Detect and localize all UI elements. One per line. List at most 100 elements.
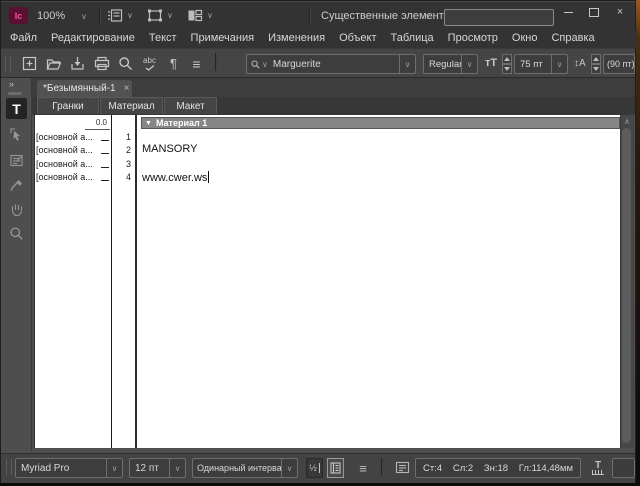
- row-style-label[interactable]: [основной а...: [36, 132, 100, 142]
- hand-tool-button[interactable]: [7, 200, 25, 218]
- story-text-line[interactable]: MANSORY: [142, 143, 197, 155]
- scroll-up-icon[interactable]: ∧: [620, 115, 634, 127]
- line-spacing-combo[interactable]: Одинарный интервал ∨: [192, 458, 298, 478]
- accurate-line-endings-toggle[interactable]: [327, 458, 344, 478]
- save-content-button[interactable]: [69, 55, 86, 72]
- font-style-combo[interactable]: Regular ∨: [423, 54, 478, 74]
- statusbar-menu-button[interactable]: ≡: [353, 458, 373, 478]
- window-close-button[interactable]: ×: [609, 4, 631, 20]
- menu-changes[interactable]: Изменения: [261, 29, 332, 48]
- status-font-size-dropdown[interactable]: ∨: [169, 459, 185, 477]
- tab-close-icon[interactable]: ×: [124, 83, 130, 94]
- save-icon: [71, 57, 84, 70]
- depth-value-field[interactable]: [612, 458, 635, 478]
- line-numbers-toggle[interactable]: ½: [306, 458, 323, 478]
- line-number: 3: [125, 159, 131, 169]
- row-style-label[interactable]: [основной а...: [36, 145, 100, 155]
- chevron-down-icon: ∨: [127, 11, 133, 20]
- spellcheck-button[interactable]: abc: [141, 55, 158, 72]
- story-editor-area[interactable]: [137, 115, 620, 448]
- scrollbar-thumb[interactable]: [622, 128, 631, 443]
- hand-tool-icon: [11, 204, 22, 216]
- window-maximize-button[interactable]: [583, 4, 605, 20]
- stepper-up-button[interactable]: [502, 54, 512, 64]
- line-number: 2: [125, 145, 131, 155]
- note-tool-button[interactable]: [7, 151, 25, 169]
- ruler-tick: [101, 153, 109, 154]
- status-font-size-combo[interactable]: 12 пт ∨: [129, 458, 186, 478]
- find-button[interactable]: [117, 55, 134, 72]
- story-text-line[interactable]: www.cwer.ws: [142, 171, 210, 184]
- leading-icon: ↕A: [574, 57, 586, 69]
- menu-type[interactable]: Текст: [142, 29, 184, 48]
- line-spacing-value: Одинарный интервал: [197, 463, 281, 473]
- separator: [99, 7, 101, 25]
- font-style-value: Regular: [429, 58, 461, 70]
- pilcrow-icon: ¶: [170, 56, 177, 71]
- book-icon: [330, 462, 341, 474]
- zoom-tool-button[interactable]: [7, 224, 25, 242]
- new-document-button[interactable]: [21, 55, 38, 72]
- chevron-down-icon: ∨: [556, 59, 563, 69]
- type-tool-button[interactable]: T: [6, 98, 27, 119]
- tool-panel-grip[interactable]: [8, 92, 22, 95]
- statusbar-grip[interactable]: [6, 459, 12, 475]
- close-icon: ×: [616, 6, 624, 18]
- workspace-switcher-label[interactable]: Существенные элементы: [321, 2, 452, 30]
- menu-help[interactable]: Справка: [544, 29, 601, 48]
- position-tool-button[interactable]: [7, 125, 25, 143]
- eyedropper-tool-button[interactable]: [7, 176, 25, 194]
- search-box: [444, 9, 554, 28]
- status-font-family-combo[interactable]: Myriad Pro ∨: [15, 458, 123, 478]
- menu-view[interactable]: Просмотр: [441, 29, 505, 48]
- stepper-up-button[interactable]: [591, 54, 601, 64]
- font-family-dropdown-button[interactable]: ∨: [399, 55, 415, 73]
- workspace-switcher-dropdown[interactable]: ∨: [425, 2, 431, 30]
- font-size-combo[interactable]: 75 пт ∨: [514, 54, 568, 74]
- text-depth-icon: T: [589, 458, 607, 478]
- status-font-family-dropdown[interactable]: ∨: [106, 459, 122, 477]
- open-document-button[interactable]: [45, 55, 62, 72]
- tab-story[interactable]: Материал: [100, 97, 163, 114]
- collapse-triangle-icon[interactable]: ▼: [145, 120, 152, 127]
- separator: [215, 53, 217, 71]
- show-hidden-characters-button[interactable]: ¶: [165, 55, 182, 72]
- toolbar-grip[interactable]: [5, 57, 11, 71]
- tab-galley[interactable]: Гранки: [37, 97, 99, 114]
- row-style-label[interactable]: [основной а...: [36, 159, 100, 169]
- chevron-down-icon: ∨: [207, 11, 213, 20]
- screen-mode-dropdown[interactable]: ∨: [147, 8, 173, 23]
- leading-field[interactable]: (90 пт): [603, 54, 635, 74]
- menu-table[interactable]: Таблица: [384, 29, 441, 48]
- line-numbers-icon: ½: [309, 463, 320, 473]
- menu-file[interactable]: Файл: [3, 29, 44, 48]
- menu-object[interactable]: Объект: [332, 29, 383, 48]
- story-header-bar[interactable]: ▼ Материал 1: [141, 117, 620, 129]
- view-options-dropdown[interactable]: ∨: [107, 8, 133, 23]
- search-input[interactable]: [445, 13, 553, 28]
- leading-stepper[interactable]: [591, 54, 601, 74]
- toolbar-menu-button[interactable]: ≡: [188, 55, 205, 72]
- status-font-family-value: Myriad Pro: [21, 462, 70, 474]
- menu-window[interactable]: Окно: [505, 29, 545, 48]
- stepper-down-button[interactable]: [591, 64, 601, 74]
- line-spacing-dropdown[interactable]: ∨: [281, 459, 297, 477]
- font-family-value: Marguerite: [272, 58, 321, 70]
- font-size-dropdown-button[interactable]: ∨: [551, 55, 567, 73]
- print-button[interactable]: [93, 55, 110, 72]
- status-font-size-value: 12 пт: [135, 462, 159, 474]
- zoom-level-value[interactable]: 100%: [37, 2, 65, 30]
- menu-edit[interactable]: Редактирование: [44, 29, 142, 48]
- document-tab[interactable]: *Безымянный-1 ×: [37, 80, 132, 97]
- font-style-dropdown-button[interactable]: ∨: [461, 55, 477, 73]
- row-style-label[interactable]: [основной а...: [36, 172, 100, 182]
- zoom-level-dropdown[interactable]: ∨: [81, 2, 87, 30]
- font-size-stepper[interactable]: [502, 54, 512, 74]
- panel-expand-icon[interactable]: »: [9, 79, 14, 89]
- stepper-down-button[interactable]: [502, 64, 512, 74]
- arrange-documents-dropdown[interactable]: ∨: [187, 8, 213, 23]
- font-family-combo[interactable]: ∨ Marguerite ∨: [246, 54, 416, 74]
- menu-notes[interactable]: Примечания: [184, 29, 262, 48]
- tab-layout[interactable]: Макет: [164, 97, 217, 114]
- window-minimize-button[interactable]: [557, 4, 579, 20]
